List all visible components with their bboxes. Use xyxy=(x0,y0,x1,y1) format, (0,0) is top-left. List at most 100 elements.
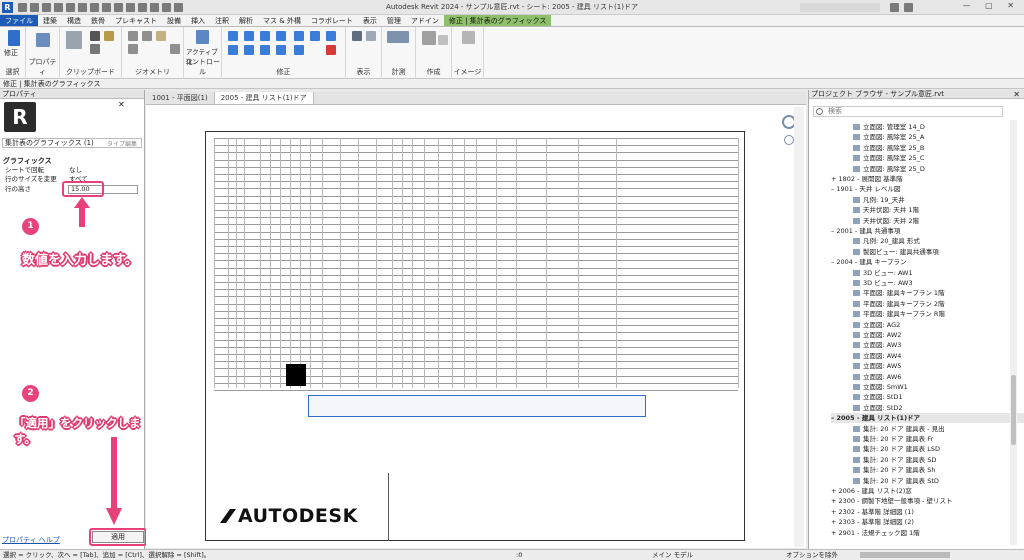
browser-item[interactable]: + 2302 - 基準階 詳細図 (1) xyxy=(831,507,914,517)
tab-door-schedule-sheet[interactable]: 2005 - 建具 リスト(1)ドア xyxy=(214,92,314,104)
browser-item[interactable]: 立面図: AW5 xyxy=(853,361,901,371)
browser-item[interactable]: 集計: 20 ドア 建具表 SD xyxy=(853,455,936,465)
tab-floor-plan[interactable]: 1001 - 平面図(1) xyxy=(146,92,215,104)
browser-item[interactable]: – 1901 - 天井 レベル図 xyxy=(831,184,900,194)
ribbon-tab[interactable]: 管理 xyxy=(382,15,406,26)
browser-item[interactable]: 立面図: 風除室 25_A xyxy=(853,132,924,142)
active-model[interactable]: メイン モデル xyxy=(652,550,693,560)
paint-icon[interactable] xyxy=(156,31,166,41)
offset-icon[interactable] xyxy=(244,31,254,41)
browser-item[interactable]: – 2004 - 建具 キープラン xyxy=(831,257,907,267)
align-icon[interactable] xyxy=(228,31,238,41)
browser-item[interactable]: 立面図: 風除室 25_B xyxy=(853,143,924,153)
browser-item[interactable]: 立面図: 風除室 25_C xyxy=(853,153,924,163)
browser-item[interactable]: 天井伏図: 天井 2階 xyxy=(853,216,919,226)
ribbon-tab[interactable]: 注釈 xyxy=(210,15,234,26)
zoom-icon[interactable] xyxy=(784,135,794,145)
cope-icon[interactable] xyxy=(128,31,138,41)
user-icon[interactable] xyxy=(890,3,899,12)
section-icon[interactable] xyxy=(138,3,147,12)
measure-tool-icon[interactable] xyxy=(387,31,409,43)
move-icon[interactable] xyxy=(294,31,304,41)
redo-icon[interactable] xyxy=(66,3,75,12)
trim-icon[interactable] xyxy=(228,45,238,55)
browser-item[interactable]: 集計: 20 ドア 建具表 Sh xyxy=(853,465,935,475)
ribbon-tab[interactable]: 設備 xyxy=(162,15,186,26)
array-icon[interactable] xyxy=(260,45,270,55)
browser-item[interactable]: + 2300 - 鋼製下地壁一般事項 - 壁リスト xyxy=(831,496,953,506)
browser-item[interactable]: 天井伏図: 天井 1階 xyxy=(853,205,919,215)
customize-qat-icon[interactable] xyxy=(174,3,183,12)
cut-geometry-icon[interactable] xyxy=(142,31,152,41)
copy-element-icon[interactable] xyxy=(310,31,320,41)
browser-item[interactable]: 立面図: 風除室 25_D xyxy=(853,164,925,174)
text-icon[interactable] xyxy=(114,3,123,12)
ribbon-tab[interactable]: マス & 外構 xyxy=(258,15,306,26)
browser-item[interactable]: 立面図: AW4 xyxy=(853,351,901,361)
ribbon-tab[interactable]: 修正 | 集計表のグラフィックス xyxy=(443,15,552,26)
browser-item[interactable]: 集計: 20 ドア 建具表 LSD xyxy=(853,444,940,454)
copy-icon[interactable] xyxy=(90,44,100,54)
properties-icon[interactable] xyxy=(36,33,50,47)
canvas-scrollbar[interactable] xyxy=(794,107,804,547)
ribbon-tab[interactable]: 表示 xyxy=(358,15,382,26)
scale-icon[interactable] xyxy=(276,45,286,55)
browser-item[interactable]: 凡例: 19_天井 xyxy=(853,195,905,205)
modify-cursor-icon[interactable] xyxy=(8,30,20,46)
browser-item[interactable]: 集計: 20 ドア 建具表 Fr xyxy=(853,434,933,444)
ribbon-tab[interactable]: 鉄骨 xyxy=(86,15,110,26)
browser-item[interactable]: 立面図: AW2 xyxy=(853,330,901,340)
help-icon[interactable] xyxy=(904,3,913,12)
delete-icon[interactable] xyxy=(326,45,336,55)
browser-item[interactable]: 集計: 20 ドア 建具表 - 見出 xyxy=(853,424,945,434)
close-hidden-icon[interactable] xyxy=(150,3,159,12)
browser-item[interactable]: 立面図: StD1 xyxy=(853,392,903,402)
ribbon-tab[interactable]: アドイン xyxy=(406,15,444,26)
window-controls[interactable]: — ▢ ✕ xyxy=(963,1,1020,10)
exclude-options[interactable]: オプションを除外 xyxy=(786,550,838,560)
ribbon-tab[interactable]: 建築 xyxy=(38,15,62,26)
create-parts-icon[interactable] xyxy=(422,31,436,45)
browser-item[interactable]: 3D ビュー: AW1 xyxy=(853,268,913,278)
ribbon-tab[interactable]: 解析 xyxy=(234,15,258,26)
mirror-pick-icon[interactable] xyxy=(260,31,270,41)
split-icon[interactable] xyxy=(244,45,254,55)
browser-item[interactable]: 集計: 20 ドア 建具表 StD xyxy=(853,476,939,486)
override-icon[interactable] xyxy=(366,31,376,41)
browser-item[interactable]: – 2001 - 建具 共通事項 xyxy=(831,226,900,236)
mirror-draw-icon[interactable] xyxy=(276,31,286,41)
join-icon[interactable] xyxy=(128,44,138,54)
prop-value[interactable]: なし xyxy=(69,166,82,175)
browser-item[interactable]: 平面図: 建具キープラン R階 xyxy=(853,309,945,319)
browser-item[interactable]: 立面図: 管理室 14_D xyxy=(853,122,925,132)
close-icon[interactable]: ✕ xyxy=(118,100,125,109)
paste-icon[interactable] xyxy=(66,31,82,49)
ribbon-tab[interactable]: ファイル xyxy=(0,15,38,26)
undo-icon[interactable] xyxy=(54,3,63,12)
browser-item[interactable]: 立面図: StD2 xyxy=(853,403,903,413)
browser-scroll-thumb[interactable] xyxy=(1011,375,1016,445)
browser-item[interactable]: 平面図: 建具キープラン 1階 xyxy=(853,288,945,298)
image-icon[interactable] xyxy=(462,31,475,44)
3d-view-icon[interactable] xyxy=(126,3,135,12)
browser-item[interactable]: 立面図: AW3 xyxy=(853,340,901,350)
browser-item[interactable]: 製図ビュー: 建具共通事項 xyxy=(853,247,939,257)
close-icon[interactable]: ✕ xyxy=(1013,90,1020,99)
drawing-canvas[interactable]: AUTODESK xyxy=(146,104,806,548)
browser-item[interactable]: 凡例: 20_建具 形式 xyxy=(853,236,920,246)
browser-item[interactable]: 立面図: AW6 xyxy=(853,372,901,382)
create-group-icon[interactable] xyxy=(438,35,448,45)
properties-help-link[interactable]: プロパティ ヘルプ xyxy=(2,535,60,545)
browser-item[interactable]: 立面図: AG2 xyxy=(853,320,900,330)
modify-button-label[interactable]: 修正 xyxy=(4,48,18,58)
ribbon-tab[interactable]: コラボレート xyxy=(306,15,358,26)
browser-item[interactable]: – 2005 - 建具 リスト(1)ドア xyxy=(831,413,1024,424)
pin-icon[interactable] xyxy=(294,45,304,55)
browser-item[interactable]: + 1802 - 展開図 基準階 xyxy=(831,174,903,184)
sync-icon[interactable] xyxy=(42,3,51,12)
save-icon[interactable] xyxy=(30,3,39,12)
sign-in-box[interactable] xyxy=(800,3,880,12)
status-tools[interactable] xyxy=(860,552,950,558)
browser-item[interactable]: + 2901 - 法規チェック図 1階 xyxy=(831,528,920,538)
browser-item[interactable]: + 2303 - 基準階 詳細図 (2) xyxy=(831,517,914,527)
